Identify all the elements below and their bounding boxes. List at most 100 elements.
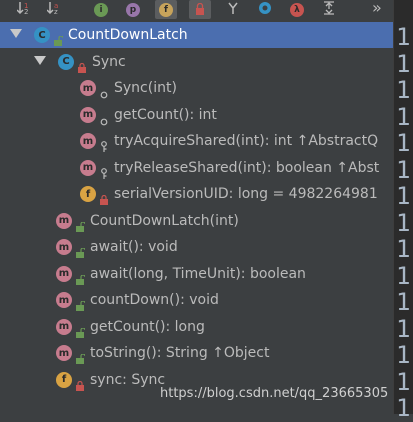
sort-alpha-button[interactable]: az <box>44 0 66 19</box>
class-icon: C <box>58 53 74 70</box>
editor-gutter: 111111111111111 <box>393 0 413 421</box>
method-badge-letter: m <box>82 82 94 94</box>
field-badge-letter: f <box>85 188 91 200</box>
tree-row-method[interactable]: m await(): void <box>0 234 393 260</box>
watermark: https://blog.csdn.net/qq_23665305 <box>160 386 389 401</box>
sort-type-icon: 12 <box>16 0 33 19</box>
show-inherited-button[interactable] <box>222 0 244 19</box>
package-circle-icon <box>100 84 108 101</box>
show-properties-button[interactable]: p <box>122 0 144 19</box>
tree-row-method[interactable]: m toString(): String ↑Object <box>0 340 393 366</box>
tree-row-method[interactable]: m Sync(int) <box>0 75 393 101</box>
show-interfaces-icon: i <box>94 2 108 17</box>
package-circle-icon <box>100 111 108 128</box>
public-unlock-icon <box>76 296 86 313</box>
field-badge-letter: f <box>61 374 67 385</box>
show-lambdas-button[interactable]: λ <box>286 0 308 19</box>
show-non-public-icon <box>195 0 205 19</box>
line-number: 1 <box>396 23 411 51</box>
tree-row-method[interactable]: m tryAcquireShared(int): int ↑AbstractQ <box>0 128 393 154</box>
show-non-public-button[interactable] <box>189 0 211 19</box>
tree-row-method[interactable]: m await(long, TimeUnit): boolean <box>0 261 393 287</box>
expand-toggle-icon[interactable] <box>34 55 46 65</box>
show-anonymous-icon <box>258 0 272 19</box>
line-number: 1 <box>396 394 411 422</box>
method-icon: m <box>80 80 96 96</box>
method-badge-letter: m <box>58 215 70 226</box>
field-icon: f <box>56 371 72 388</box>
public-unlock-icon <box>54 31 64 48</box>
tree-row-method[interactable]: m CountDownLatch(int) <box>0 208 393 234</box>
line-number: 1 <box>396 314 411 343</box>
method-icon: m <box>80 159 96 176</box>
method-badge-letter: m <box>82 162 94 173</box>
tree-row-label: getCount(): long <box>90 318 205 335</box>
method-badge-letter: m <box>58 294 70 306</box>
method-icon: m <box>56 239 72 255</box>
protected-key-icon <box>100 137 108 154</box>
method-icon: m <box>56 212 72 229</box>
public-unlock-icon <box>76 243 86 260</box>
sort-alpha-icon: az <box>46 0 63 19</box>
tree-row-label: Sync <box>92 53 126 70</box>
line-number: 1 <box>396 208 411 237</box>
tree-row-label: Sync(int) <box>114 80 177 96</box>
expand-toggle-icon[interactable] <box>10 29 22 38</box>
line-number: 1 <box>396 76 411 104</box>
public-unlock-icon <box>76 323 86 340</box>
show-inherited-icon <box>226 0 240 19</box>
tree-row-label: await(long, TimeUnit): boolean <box>90 265 306 282</box>
field-icon: f <box>80 186 96 202</box>
expand-all-button[interactable] <box>318 0 340 19</box>
public-unlock-icon <box>76 217 86 234</box>
tree-row-label: tryReleaseShared(int): boolean ↑Abst <box>114 159 380 176</box>
private-lock-icon <box>76 376 85 393</box>
sort-type-button[interactable]: 12 <box>14 0 36 19</box>
show-properties-icon: p <box>126 2 140 17</box>
line-number: 1 <box>396 235 411 263</box>
tree-row-method[interactable]: m getCount(): int <box>0 102 393 128</box>
show-fields-button[interactable]: f <box>155 0 177 19</box>
line-number: 1 <box>396 341 411 369</box>
tree-row-label: serialVersionUID: long = 4982264981 <box>114 186 378 202</box>
tree-row-label: getCount(): int <box>114 106 217 123</box>
expand-all-icon <box>322 0 336 19</box>
show-anonymous-button[interactable] <box>254 0 276 19</box>
tree-row-label: await(): void <box>90 239 178 255</box>
show-fields-icon: f <box>159 2 173 17</box>
tree-row-method[interactable]: m countDown(): void <box>0 287 393 313</box>
line-number: 1 <box>396 49 411 78</box>
svg-text:z: z <box>54 8 58 15</box>
class-badge-letter: C <box>38 29 46 41</box>
method-badge-letter: m <box>58 268 70 279</box>
tree-row-label: countDown(): void <box>90 292 219 308</box>
method-icon: m <box>56 318 72 335</box>
tree-row-label: toString(): String ↑Object <box>90 345 270 361</box>
tree-row-field[interactable]: f serialVersionUID: long = 4982264981 <box>0 181 393 207</box>
line-number: 1 <box>396 102 411 131</box>
line-number: 1 <box>396 182 411 210</box>
tree-row-class[interactable]: C Sync <box>0 49 393 75</box>
method-icon: m <box>80 106 96 123</box>
show-lambdas-icon: λ <box>290 2 304 17</box>
public-unlock-icon <box>76 349 86 366</box>
tree-row-label: CountDownLatch <box>68 27 188 43</box>
tree-row-class[interactable]: C CountDownLatch <box>0 22 393 48</box>
method-icon: m <box>80 133 96 149</box>
svg-text:2: 2 <box>24 8 28 15</box>
method-badge-letter: m <box>58 321 70 332</box>
public-unlock-icon <box>76 270 86 287</box>
private-lock-icon <box>100 190 109 207</box>
class-badge-letter: C <box>62 56 70 67</box>
structure-tree: C CountDownLatch C Sync m Sync(int) m getCount(… <box>0 22 393 414</box>
method-icon: m <box>56 345 72 361</box>
tree-row-method[interactable]: m tryReleaseShared(int): boolean ↑Abst <box>0 155 393 181</box>
tree-row-label: sync: Sync <box>90 371 166 388</box>
show-interfaces-button[interactable]: i <box>90 0 112 19</box>
method-badge-letter: m <box>58 347 70 359</box>
toolbar-overflow-icon[interactable]: » <box>372 0 382 17</box>
method-badge-letter: m <box>58 241 70 253</box>
method-badge-letter: m <box>82 109 94 120</box>
tree-row-method[interactable]: m getCount(): long <box>0 314 393 340</box>
class-icon: C <box>34 27 50 43</box>
